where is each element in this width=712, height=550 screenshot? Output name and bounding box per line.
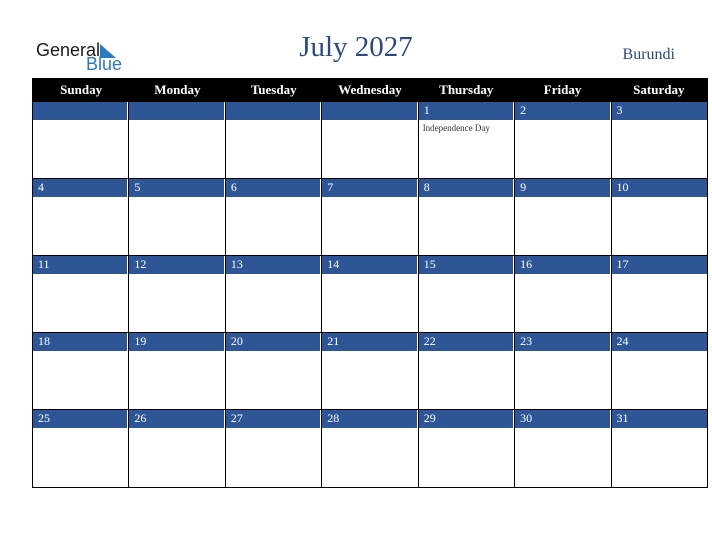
weekday-wednesday: Wednesday (338, 82, 402, 97)
weekday-header: Sunday Monday Tuesday Wednesday Thursday… (33, 78, 707, 102)
day-cell[interactable]: 13 (225, 256, 323, 333)
day-number: 5 (129, 179, 225, 197)
day-cell[interactable]: 31 (611, 410, 707, 487)
day-number: 22 (418, 333, 515, 351)
day-number: 11 (33, 256, 129, 274)
day-number: 23 (515, 333, 611, 351)
day-cell[interactable]: 27 (225, 410, 323, 487)
day-number: 3 (611, 102, 707, 120)
day-number: 20 (225, 333, 322, 351)
day-cell[interactable]: 8 (418, 179, 516, 256)
day-number: 27 (225, 410, 322, 428)
weekday-friday: Friday (543, 82, 582, 97)
day-cell[interactable] (33, 102, 130, 179)
week-row: 4 5 6 7 8 9 10 (33, 179, 707, 256)
holiday-label: Independence Day (422, 123, 490, 133)
day-number: 29 (418, 410, 515, 428)
day-cell[interactable]: 12 (129, 256, 226, 333)
day-number: 24 (611, 333, 707, 351)
day-cell[interactable]: 22 (418, 333, 516, 410)
day-number: 7 (322, 179, 418, 197)
day-number (225, 102, 322, 120)
weekday-tuesday: Tuesday (250, 82, 297, 97)
day-cell[interactable]: 7 (322, 179, 419, 256)
day-cell[interactable]: 15 (418, 256, 516, 333)
day-number: 12 (129, 256, 225, 274)
day-number (322, 102, 418, 120)
day-cell[interactable]: 17 (611, 256, 707, 333)
day-number: 28 (322, 410, 418, 428)
day-cell[interactable]: 4 (33, 179, 130, 256)
day-number: 21 (322, 333, 418, 351)
day-cell[interactable] (225, 102, 323, 179)
day-cell[interactable]: 19 (129, 333, 226, 410)
day-number: 14 (322, 256, 418, 274)
week-row: 11 12 13 14 15 16 17 (33, 256, 707, 333)
day-cell[interactable]: 14 (322, 256, 419, 333)
day-number: 1 (418, 102, 515, 120)
day-cell[interactable] (322, 102, 419, 179)
day-number: 19 (129, 333, 225, 351)
day-cell[interactable]: 11 (33, 256, 130, 333)
day-number: 6 (225, 179, 322, 197)
day-cell[interactable]: 23 (515, 333, 612, 410)
day-cell[interactable]: 20 (225, 333, 323, 410)
day-number (129, 102, 225, 120)
day-cell[interactable]: 21 (322, 333, 419, 410)
day-cell[interactable]: 1 Independence Day (418, 102, 516, 179)
day-cell[interactable]: 5 (129, 179, 226, 256)
day-number: 25 (33, 410, 129, 428)
day-number: 26 (129, 410, 225, 428)
day-cell[interactable]: 26 (129, 410, 226, 487)
calendar-grid: Sunday Monday Tuesday Wednesday Thursday… (32, 78, 708, 488)
day-number: 9 (515, 179, 611, 197)
day-cell[interactable]: 6 (225, 179, 323, 256)
day-cell[interactable]: 28 (322, 410, 419, 487)
day-cell[interactable] (129, 102, 226, 179)
day-number: 30 (515, 410, 611, 428)
day-number: 17 (611, 256, 707, 274)
weekday-monday: Monday (154, 82, 201, 97)
day-number: 10 (611, 179, 707, 197)
day-number: 8 (418, 179, 515, 197)
day-cell[interactable]: 10 (611, 179, 707, 256)
day-number (33, 102, 129, 120)
week-row: 25 26 27 28 29 30 31 (33, 410, 707, 487)
day-number: 16 (515, 256, 611, 274)
week-row: 18 19 20 21 22 23 24 (33, 333, 707, 410)
country-label: Burundi (622, 46, 675, 63)
day-number: 31 (611, 410, 707, 428)
day-cell[interactable]: 29 (418, 410, 516, 487)
day-number: 15 (418, 256, 515, 274)
day-number: 18 (33, 333, 129, 351)
day-cell[interactable]: 3 (611, 102, 707, 179)
day-cell[interactable]: 30 (515, 410, 612, 487)
day-cell[interactable]: 9 (515, 179, 612, 256)
weekday-sunday: Sunday (60, 82, 103, 97)
day-cell[interactable]: 2 (515, 102, 612, 179)
weekday-saturday: Saturday (633, 82, 685, 97)
day-number: 13 (225, 256, 322, 274)
day-cell[interactable]: 25 (33, 410, 130, 487)
day-cell[interactable]: 24 (611, 333, 707, 410)
day-number: 4 (33, 179, 129, 197)
week-row: 1 Independence Day 2 3 (33, 102, 707, 179)
day-number: 2 (515, 102, 611, 120)
weekday-thursday: Thursday (439, 82, 494, 97)
day-cell[interactable]: 16 (515, 256, 612, 333)
calendar-title: July 2027 (299, 31, 413, 63)
day-cell[interactable]: 18 (33, 333, 130, 410)
